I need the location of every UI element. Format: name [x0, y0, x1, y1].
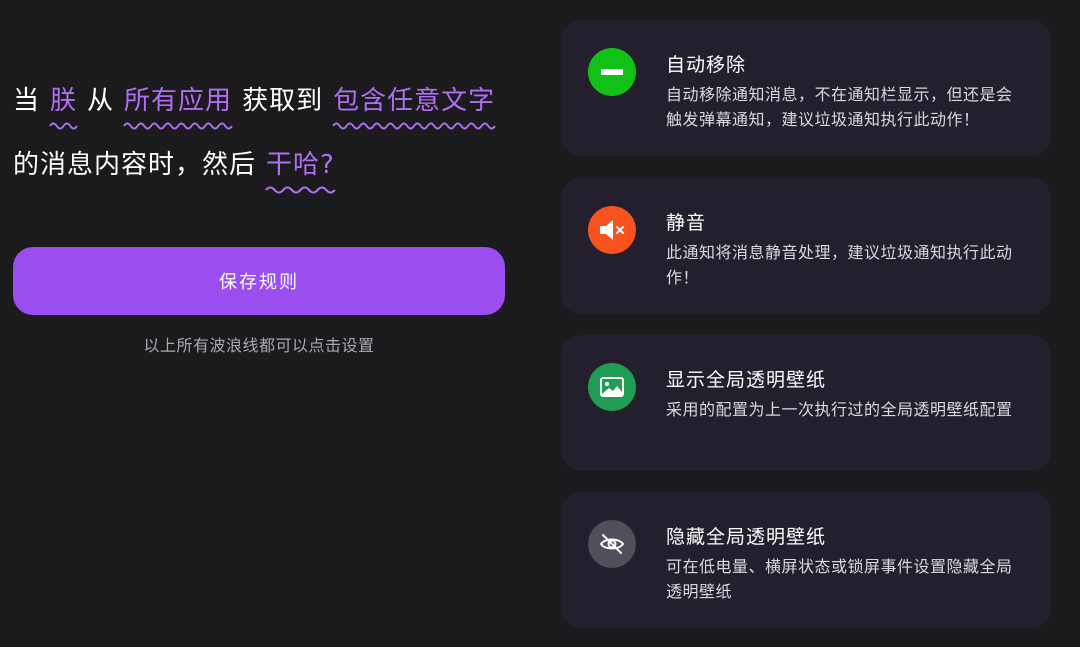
eye-off-icon: [588, 520, 636, 568]
rule-obtain-text: 获取到: [242, 86, 324, 116]
action-card-show-wallpaper[interactable]: 显示全局透明壁纸 采用的配置为上一次执行过的全局透明壁纸配置: [561, 335, 1051, 471]
subject-label: 朕: [50, 86, 78, 116]
wavy-underline-icon: [332, 122, 496, 130]
wavy-underline-icon: [265, 186, 336, 194]
save-rule-button[interactable]: 保存规则: [13, 247, 505, 315]
rule-content-suffix-text: 的消息内容时，然后: [13, 150, 257, 180]
action-title: 静音: [666, 212, 707, 234]
action-card-auto-remove[interactable]: 自动移除 自动移除通知消息，不在通知栏显示，但还是会触发弹幕通知，建议垃圾通知执…: [561, 20, 1051, 156]
rule-editor-screen: 当 朕 从 所有应用 获取到 包含任意文字 的消息内容时，然后 干哈? 保存规则…: [0, 0, 1080, 647]
action-title: 显示全局透明壁纸: [666, 369, 827, 391]
action-description: 此通知将消息静音处理，建议垃圾通知执行此动作！: [666, 243, 1013, 287]
rule-when-text: 当: [13, 86, 41, 116]
rule-panel: 当 朕 从 所有应用 获取到 包含任意文字 的消息内容时，然后 干哈? 保存规则…: [13, 0, 505, 647]
source-app-label: 所有应用: [124, 86, 233, 116]
rule-from-text: 从: [87, 86, 115, 116]
action-description: 可在低电量、横屏状态或锁屏事件设置隐藏全局透明壁纸: [666, 557, 1013, 601]
rule-sentence-line-1: 当 朕 从 所有应用 获取到 包含任意文字: [13, 80, 496, 130]
wavy-underline-icon: [49, 122, 78, 130]
action-label: 干哈?: [266, 150, 335, 180]
mute-speaker-icon: [588, 206, 636, 254]
wavy-underline-icon: [123, 122, 233, 130]
condition-selector[interactable]: 包含任意文字: [332, 80, 496, 130]
image-icon: [588, 363, 636, 411]
action-title: 隐藏全局透明壁纸: [666, 526, 827, 548]
action-description: 自动移除通知消息，不在通知栏显示，但还是会触发弹幕通知，建议垃圾通知执行此动作！: [666, 85, 1013, 129]
source-app-selector[interactable]: 所有应用: [123, 80, 233, 130]
rule-sentence-line-2: 的消息内容时，然后 干哈?: [13, 144, 336, 194]
action-title: 自动移除: [666, 54, 747, 76]
action-selector[interactable]: 干哈?: [265, 144, 336, 194]
action-card-mute[interactable]: 静音 此通知将消息静音处理，建议垃圾通知执行此动作！: [561, 178, 1051, 314]
subject-selector[interactable]: 朕: [49, 80, 78, 130]
hint-text: 以上所有波浪线都可以点击设置: [143, 336, 375, 355]
action-description: 采用的配置为上一次执行过的全局透明壁纸配置: [666, 400, 1013, 419]
minus-icon: [588, 48, 636, 96]
action-card-hide-wallpaper[interactable]: 隐藏全局透明壁纸 可在低电量、横屏状态或锁屏事件设置隐藏全局透明壁纸: [561, 492, 1051, 628]
condition-label: 包含任意文字: [333, 86, 496, 116]
